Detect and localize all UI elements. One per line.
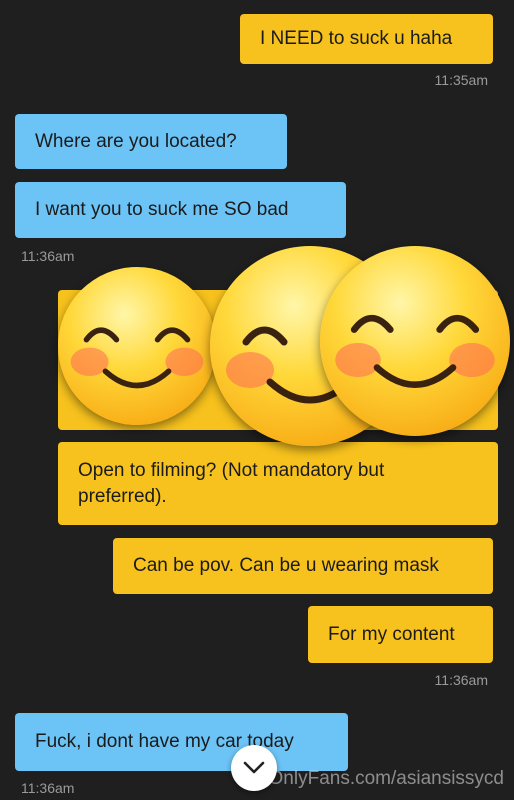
- scroll-to-bottom-button[interactable]: [231, 745, 277, 791]
- message-text: I want you to suck me SO bad: [35, 199, 289, 220]
- message-bubble-received[interactable]: Where are you located?: [15, 114, 287, 169]
- message-bubble-sent[interactable]: For my content: [308, 606, 493, 663]
- message-bubble-received[interactable]: I want you to suck me SO bad: [15, 182, 346, 238]
- message-timestamp: 11:35am: [434, 72, 488, 88]
- message-timestamp: 11:36am: [21, 248, 75, 264]
- blushing-smile-emoji-icon: [58, 267, 216, 425]
- message-text: I NEED to suck u haha: [260, 28, 453, 49]
- message-text: Where are you located?: [35, 130, 237, 152]
- message-bubble-sent[interactable]: Open to filming? (Not mandatory but pref…: [58, 442, 498, 525]
- message-text: Can be pov. Can be u wearing mask: [133, 555, 439, 576]
- blushing-smile-emoji-icon: [320, 246, 510, 436]
- message-timestamp: 11:36am: [21, 780, 75, 796]
- message-text: Open to filming? (Not mandatory but pref…: [78, 459, 385, 507]
- chevron-down-icon: [243, 761, 265, 774]
- message-bubble-received[interactable]: Fuck, i dont have my car today: [15, 713, 348, 771]
- message-bubble-sent[interactable]: I NEED to suck u haha: [240, 14, 493, 64]
- watermark: OnlyFans.com/asiansissycd: [268, 768, 504, 789]
- message-bubble-sent[interactable]: Can be pov. Can be u wearing mask: [113, 538, 493, 594]
- message-text: For my content: [328, 623, 455, 645]
- message-timestamp: 11:36am: [434, 672, 488, 688]
